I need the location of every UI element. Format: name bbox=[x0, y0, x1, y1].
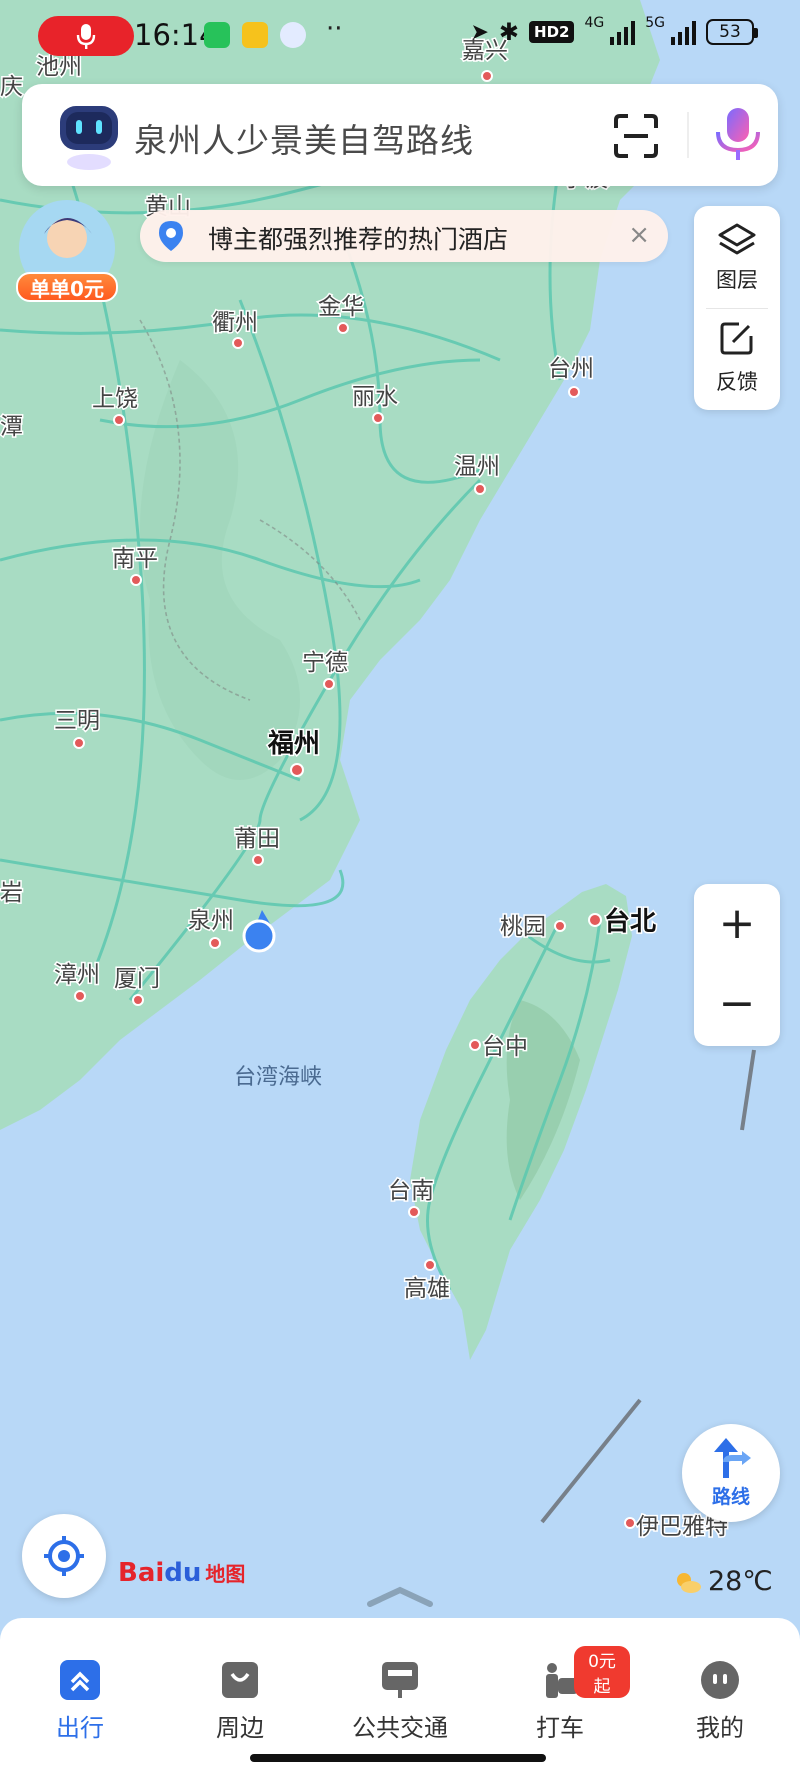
location-arrow-icon: ➤ bbox=[470, 19, 489, 45]
search-divider bbox=[687, 112, 689, 158]
bluetooth-icon: ✱ bbox=[498, 18, 520, 46]
baidu-paw-icon bbox=[280, 22, 306, 48]
logo-du: du bbox=[164, 1558, 202, 1588]
more-dots-icon: ·· bbox=[326, 14, 343, 44]
signal-bars-icon bbox=[610, 19, 636, 45]
expand-handle-icon[interactable] bbox=[366, 1584, 434, 1608]
network-4g: 4G bbox=[584, 15, 605, 31]
temperature: 28℃ bbox=[708, 1566, 773, 1597]
bus-stop-icon bbox=[382, 1662, 418, 1698]
zoom-controls: + − bbox=[694, 884, 780, 1046]
map-label-strait: 台湾海峡 bbox=[234, 1065, 322, 1090]
tab-label-taxi: 打车 bbox=[536, 1714, 584, 1742]
map-tools-panel: 图层 反馈 bbox=[694, 206, 780, 410]
map-label-zhangzhou: 漳州 bbox=[54, 962, 100, 988]
hd-icon: HD2 bbox=[529, 21, 575, 43]
map-label-taichung: 台中 bbox=[482, 1034, 528, 1060]
wechat-icon bbox=[204, 22, 230, 48]
crosshair-icon bbox=[44, 1536, 84, 1576]
layers-button[interactable]: 图层 bbox=[694, 206, 780, 306]
layers-icon bbox=[718, 223, 756, 255]
weather-widget[interactable]: 28℃ bbox=[672, 1566, 773, 1597]
map-label-lishui: 丽水 bbox=[352, 384, 398, 410]
map-label-taipei: 台北 bbox=[604, 906, 656, 937]
search-input[interactable]: 泉州人少景美自驾路线 bbox=[134, 114, 474, 162]
hotel-recommend-banner[interactable]: 博主都强烈推荐的热门酒店 × bbox=[140, 210, 668, 262]
logo-ditu: 地图 bbox=[205, 1562, 246, 1586]
microphone-icon bbox=[76, 24, 96, 49]
feedback-button[interactable]: 反馈 bbox=[694, 308, 780, 408]
current-location-marker bbox=[242, 919, 276, 953]
promo-tag[interactable]: 单单0元 bbox=[16, 272, 118, 302]
map-label-putian: 莆田 bbox=[234, 826, 280, 852]
search-bar[interactable]: 泉州人少景美自驾路线 bbox=[22, 84, 778, 186]
system-status: ➤ ✱ HD2 4G 5G 53 bbox=[470, 15, 758, 46]
route-button[interactable]: 路线 bbox=[682, 1424, 780, 1522]
map-label-taizhou: 台州 bbox=[548, 356, 594, 382]
scan-icon[interactable] bbox=[612, 112, 660, 160]
close-banner-button[interactable]: × bbox=[628, 220, 650, 250]
map-label-jinhua: 金华 bbox=[318, 294, 364, 320]
map-label-edge-yan: 岩 bbox=[0, 880, 23, 906]
map-label-sanming: 三明 bbox=[54, 708, 100, 734]
map-label-quanzhou: 泉州 bbox=[188, 908, 234, 934]
tab-taxi[interactable]: 0元起 打车 bbox=[490, 1638, 630, 1748]
voice-search-icon[interactable] bbox=[712, 104, 764, 164]
app-notify-icon bbox=[242, 22, 268, 48]
map-label-xiamen: 厦门 bbox=[114, 966, 160, 992]
status-bar: 16:14 ·· ➤ ✱ HD2 4G 5G 53 bbox=[0, 0, 800, 72]
travel-icon bbox=[60, 1660, 100, 1700]
ai-assistant-icon[interactable] bbox=[56, 100, 122, 172]
locate-me-button[interactable] bbox=[22, 1514, 106, 1598]
tab-label-transit: 公共交通 bbox=[352, 1714, 448, 1742]
signal-bars-2-icon bbox=[671, 19, 696, 45]
map-label-quzhou: 衢州 bbox=[212, 310, 258, 336]
map-label-edge-qing: 庆 bbox=[0, 74, 23, 100]
nearby-bag-icon bbox=[222, 1662, 258, 1698]
map-label-edge-tan: 潭 bbox=[0, 414, 23, 440]
map-label-wenzhou: 温州 bbox=[454, 454, 500, 480]
layers-label: 图层 bbox=[716, 268, 758, 292]
edit-icon bbox=[720, 322, 753, 355]
battery-icon: 53 bbox=[706, 19, 758, 45]
tab-label-mine: 我的 bbox=[696, 1714, 744, 1742]
profile-face-icon bbox=[701, 1661, 739, 1699]
tab-nearby[interactable]: 周边 bbox=[170, 1638, 310, 1748]
route-arrow-icon bbox=[714, 1438, 751, 1478]
zoom-in-button[interactable]: + bbox=[694, 884, 780, 964]
map-label-nanping: 南平 bbox=[112, 546, 158, 572]
tab-label-nearby: 周边 bbox=[216, 1714, 264, 1742]
map-label-taoyuan: 桃园 bbox=[500, 914, 546, 940]
baidu-map-logo: Baidu 地图 bbox=[118, 1558, 245, 1588]
tab-travel[interactable]: 出行 bbox=[10, 1638, 150, 1748]
location-pin-icon bbox=[159, 221, 183, 251]
tab-transit[interactable]: 公共交通 bbox=[330, 1638, 470, 1748]
tab-mine[interactable]: 我的 bbox=[650, 1638, 790, 1748]
map-label-fuzhou: 福州 bbox=[267, 729, 320, 759]
map-label-shangrao: 上饶 bbox=[92, 386, 138, 412]
map-canvas[interactable]: 池州 嘉兴 黄山 宁波 衢州 金华 台州 上饶 丽水 温州 南平 宁德 三明 莆… bbox=[0, 0, 800, 1778]
feedback-label: 反馈 bbox=[716, 370, 758, 394]
zoom-out-button[interactable]: − bbox=[694, 964, 780, 1044]
partly-sunny-icon bbox=[677, 1572, 701, 1593]
network-5g: 5G bbox=[645, 15, 665, 31]
tab-label-travel: 出行 bbox=[56, 1714, 104, 1742]
map-label-kaohsiung: 高雄 bbox=[404, 1276, 450, 1302]
route-label: 路线 bbox=[711, 1486, 750, 1508]
logo-bai: Bai bbox=[118, 1558, 165, 1588]
recording-indicator[interactable] bbox=[38, 16, 134, 56]
taxi-badge: 0元起 bbox=[574, 1646, 630, 1698]
map-label-tainan: 台南 bbox=[388, 1178, 434, 1204]
hotel-banner-text: 博主都强烈推荐的热门酒店 bbox=[208, 225, 509, 254]
map-label-ningde: 宁德 bbox=[302, 650, 348, 676]
home-indicator[interactable] bbox=[250, 1754, 546, 1762]
